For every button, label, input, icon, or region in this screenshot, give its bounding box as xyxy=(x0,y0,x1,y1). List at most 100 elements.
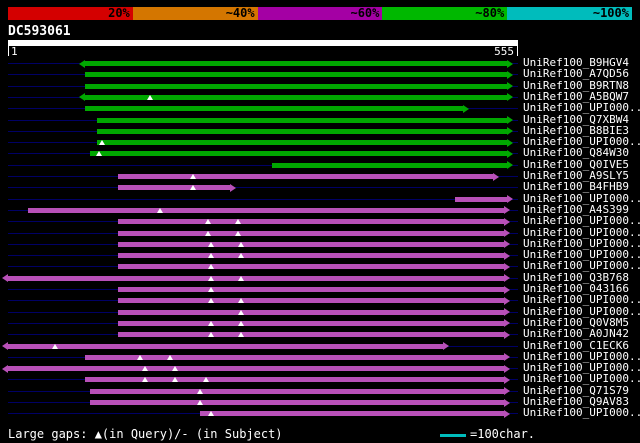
hit-bar[interactable] xyxy=(8,344,443,349)
hit-bar[interactable] xyxy=(118,174,494,179)
hit-label[interactable]: UniRef100_UPI000... xyxy=(523,102,640,113)
large-gap-marker-icon xyxy=(172,377,178,382)
large-gap-marker-icon xyxy=(238,321,244,326)
hit-label[interactable]: UniRef100_Q84W30 xyxy=(523,147,629,158)
hit-bar[interactable] xyxy=(85,84,507,89)
hit-bar[interactable] xyxy=(85,377,504,382)
large-gap-marker-icon xyxy=(96,151,102,156)
hit-bar[interactable] xyxy=(90,400,504,405)
hit-label[interactable]: UniRef100_UPI000... xyxy=(523,373,640,384)
hit-left-arrow-icon xyxy=(2,365,8,373)
hit-right-arrow-icon xyxy=(507,139,513,147)
hit-label[interactable]: UniRef100_UPI000... xyxy=(523,215,640,226)
large-gap-marker-icon xyxy=(172,366,178,371)
hit-right-arrow-icon xyxy=(504,399,510,407)
large-gap-marker-icon xyxy=(142,377,148,382)
hit-bar[interactable] xyxy=(118,242,505,247)
hit-right-arrow-icon xyxy=(507,116,513,124)
hit-label[interactable]: UniRef100_UPI000... xyxy=(523,306,640,317)
large-gap-marker-icon xyxy=(238,332,244,337)
large-gap-marker-icon xyxy=(238,298,244,303)
hit-bar[interactable] xyxy=(85,72,507,77)
hit-bar[interactable] xyxy=(90,389,504,394)
hit-bar[interactable] xyxy=(97,129,507,134)
hit-right-arrow-icon xyxy=(504,263,510,271)
large-gap-marker-icon xyxy=(238,310,244,315)
hit-bar[interactable] xyxy=(118,310,505,315)
large-gap-marker-icon xyxy=(137,355,143,360)
hit-right-arrow-icon xyxy=(507,93,513,101)
hit-right-arrow-icon xyxy=(504,387,510,395)
hit-left-arrow-icon xyxy=(2,342,8,350)
large-gap-marker-icon xyxy=(235,219,241,224)
hit-bar[interactable] xyxy=(200,411,504,416)
hit-label[interactable]: UniRef100_A7QD56 xyxy=(523,68,629,79)
hit-right-arrow-icon xyxy=(507,161,513,169)
hit-bar[interactable] xyxy=(118,253,505,258)
hit-bar[interactable] xyxy=(85,61,507,66)
hit-bar[interactable] xyxy=(90,151,507,156)
hit-alignment-plot xyxy=(0,0,523,443)
hit-bar[interactable] xyxy=(97,118,507,123)
large-gap-marker-icon xyxy=(238,276,244,281)
large-gap-marker-icon xyxy=(147,95,153,100)
hit-bar[interactable] xyxy=(118,185,230,190)
hit-right-arrow-icon xyxy=(504,218,510,226)
hit-bar[interactable] xyxy=(28,208,504,213)
large-gap-marker-icon xyxy=(208,276,214,281)
hit-left-arrow-icon xyxy=(79,60,85,68)
hit-label[interactable]: UniRef100_UPI000... xyxy=(523,407,640,418)
hit-label[interactable]: UniRef100_UPI000... xyxy=(523,193,640,204)
hit-label[interactable]: UniRef100_Q7XBW4 xyxy=(523,114,629,125)
hit-bar[interactable] xyxy=(118,321,505,326)
large-gap-marker-icon xyxy=(203,377,209,382)
large-gap-marker-icon xyxy=(142,366,148,371)
large-gap-marker-icon xyxy=(99,140,105,145)
hit-right-arrow-icon xyxy=(504,410,510,418)
hit-bar[interactable] xyxy=(85,355,504,360)
large-gap-marker-icon xyxy=(208,287,214,292)
large-gap-marker-icon xyxy=(208,298,214,303)
hit-label-column: UniRef100_B9HGV4UniRef100_A7QD56UniRef10… xyxy=(523,0,640,443)
large-gap-marker-icon xyxy=(157,208,163,213)
hit-bar[interactable] xyxy=(455,197,507,202)
hit-bar[interactable] xyxy=(118,264,505,269)
hit-bar[interactable] xyxy=(118,298,505,303)
hit-right-arrow-icon xyxy=(504,297,510,305)
hit-right-arrow-icon xyxy=(504,240,510,248)
hit-label[interactable]: UniRef100_B4FHB9 xyxy=(523,181,629,192)
large-gap-marker-icon xyxy=(238,242,244,247)
hit-label[interactable]: UniRef100_UPI000... xyxy=(523,227,640,238)
hit-right-arrow-icon xyxy=(507,127,513,135)
hit-bar[interactable] xyxy=(97,140,507,145)
hit-label[interactable]: UniRef100_C1ECK6 xyxy=(523,340,629,351)
large-gap-marker-icon xyxy=(208,332,214,337)
large-gap-marker-icon xyxy=(208,321,214,326)
hit-right-arrow-icon xyxy=(504,274,510,282)
hit-right-arrow-icon xyxy=(504,229,510,237)
hit-bar[interactable] xyxy=(8,276,504,281)
hit-bar[interactable] xyxy=(118,287,505,292)
hit-bar[interactable] xyxy=(85,106,462,111)
hit-label[interactable]: UniRef100_UPI000... xyxy=(523,260,640,271)
large-gap-marker-icon xyxy=(235,231,241,236)
hit-label[interactable]: UniRef100_A0JN42 xyxy=(523,328,629,339)
large-gap-marker-icon xyxy=(167,355,173,360)
scale-legend-text: =100char. xyxy=(470,428,535,441)
large-gaps-legend: Large gaps: ▲(in Query)/- (in Subject) xyxy=(8,428,283,441)
hit-bar[interactable] xyxy=(118,332,505,337)
hit-bar[interactable] xyxy=(8,366,504,371)
hit-right-arrow-icon xyxy=(504,319,510,327)
hit-right-arrow-icon xyxy=(463,105,469,113)
hit-label[interactable]: UniRef100_B9RTN8 xyxy=(523,80,629,91)
hit-right-arrow-icon xyxy=(493,173,499,181)
blast-graphic-overview: 20%~40%~60%~80%~100% DC593061 1 555 UniR… xyxy=(0,0,640,443)
large-gap-marker-icon xyxy=(238,253,244,258)
hit-bar[interactable] xyxy=(118,219,505,224)
hit-bar[interactable] xyxy=(272,163,507,168)
hit-label[interactable]: UniRef100_UPI000... xyxy=(523,294,640,305)
hit-bar[interactable] xyxy=(118,231,505,236)
hit-row-baseline xyxy=(8,199,518,200)
large-gap-marker-icon xyxy=(52,344,58,349)
large-gap-marker-icon xyxy=(190,174,196,179)
